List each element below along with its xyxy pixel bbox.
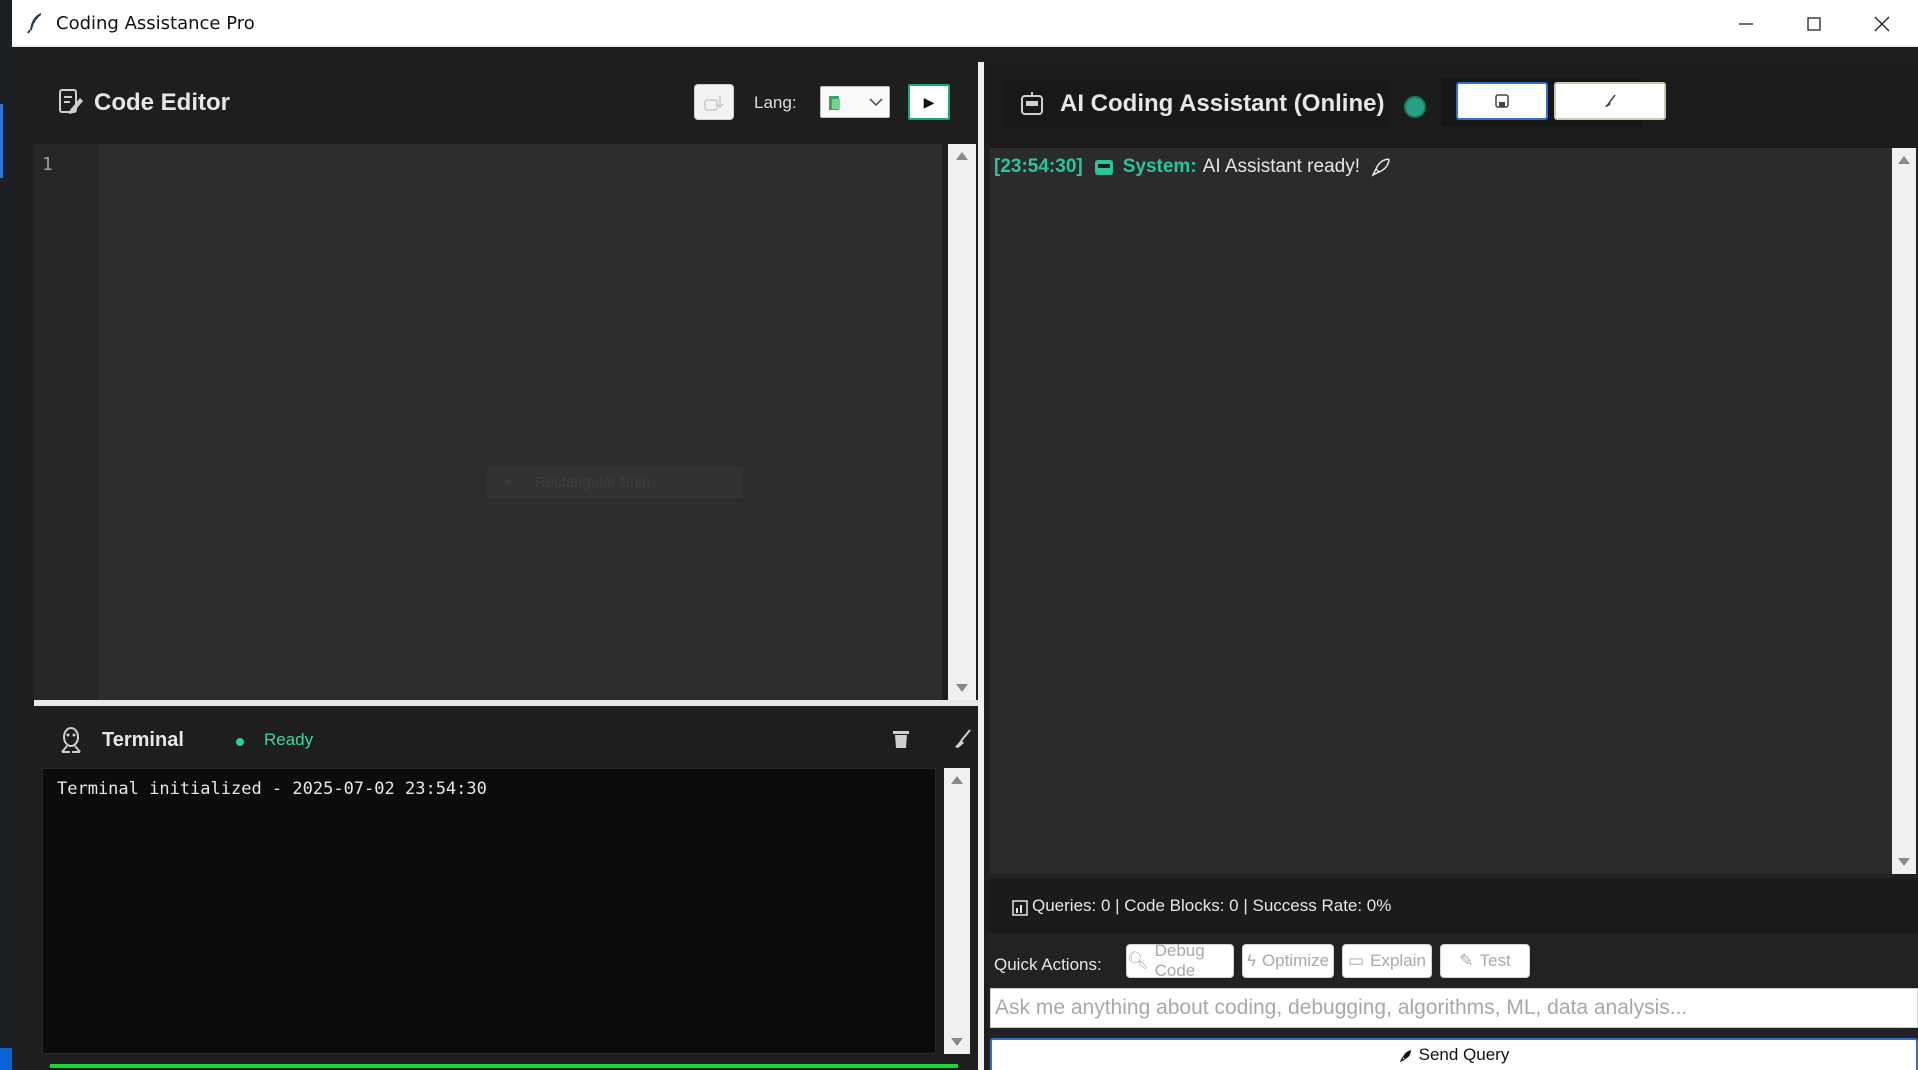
stats-text: Queries: 0 | Code Blocks: 0 | Success Ra… xyxy=(1032,896,1392,915)
terminal-progress-bar xyxy=(50,1064,958,1068)
desktop-edge xyxy=(0,0,12,1070)
lightning-icon: ϟ xyxy=(1246,951,1256,970)
taskbar-edge xyxy=(0,1048,12,1070)
terminal-header: Terminal Ready xyxy=(34,710,980,768)
debug-code-button[interactable]: 🔍︎ Debug Code xyxy=(1126,941,1234,980)
terminal-status: Ready xyxy=(264,730,314,749)
code-text-area[interactable]: Rectangular Snip xyxy=(98,144,942,700)
stats-bar: Queries: 0 | Code Blocks: 0 | Success Ra… xyxy=(988,878,1918,934)
terminal-output[interactable]: Terminal initialized - 2025-07-02 23:54:… xyxy=(42,768,936,1054)
quick-actions-label: Quick Actions: xyxy=(994,955,1102,974)
download-icon xyxy=(704,96,724,111)
rocket-icon xyxy=(1399,1050,1411,1062)
scroll-up-arrow[interactable] xyxy=(1898,156,1910,164)
language-icon xyxy=(829,96,840,110)
code-editor-header: Code Editor Lang: ▶ xyxy=(34,62,980,142)
line-number: 1 xyxy=(42,154,53,175)
robot-icon xyxy=(1094,160,1113,175)
explain-button[interactable]: ▭ Explain xyxy=(1342,944,1432,978)
linux-tux-icon xyxy=(61,727,81,753)
close-icon xyxy=(1874,16,1890,31)
panel-splitter[interactable] xyxy=(978,62,984,1070)
globe-icon xyxy=(1404,96,1426,118)
scroll-down-arrow[interactable] xyxy=(956,684,968,692)
editor-scrollbar[interactable] xyxy=(948,144,976,700)
message-text: AI Assistant ready! xyxy=(1202,156,1360,177)
search-icon: 🔍︎ xyxy=(1127,951,1149,970)
app-window: Coding Assistance Pro Code Editor Lang: … xyxy=(12,0,1918,1070)
broom-icon xyxy=(1605,94,1616,107)
save-chat-button[interactable] xyxy=(1456,82,1548,120)
title-bar: Coding Assistance Pro xyxy=(12,0,1918,47)
chevron-down-icon xyxy=(869,98,883,107)
terminal-output-text: Terminal initialized - 2025-07-02 23:54:… xyxy=(57,779,487,799)
send-query-label: Send Query xyxy=(1418,1045,1510,1064)
scroll-up-arrow[interactable] xyxy=(951,776,963,784)
optimize-button[interactable]: ϟ Optimize xyxy=(1242,944,1334,978)
scroll-down-arrow[interactable] xyxy=(951,1038,963,1046)
sweep-terminal-button[interactable] xyxy=(948,724,978,754)
snip-icon xyxy=(505,479,511,485)
terminal-scrollbar[interactable] xyxy=(944,768,970,1054)
maximize-icon xyxy=(1807,16,1821,31)
message-timestamp: [23:54:30] xyxy=(994,156,1083,177)
feather-icon xyxy=(27,13,41,34)
save-icon xyxy=(1495,94,1509,108)
snip-overlay-label: Rectangular Snip xyxy=(535,473,651,491)
test-label: Test xyxy=(1479,951,1511,970)
message-sender: System: xyxy=(1122,156,1197,177)
ai-assistant-title: AI Coding Assistant (Online) xyxy=(1060,90,1385,117)
rocket-icon xyxy=(1371,158,1390,177)
window-title: Coding Assistance Pro xyxy=(56,13,255,34)
query-input[interactable] xyxy=(990,988,1918,1028)
bar-chart-icon xyxy=(1012,900,1028,916)
scroll-down-arrow[interactable] xyxy=(1898,858,1910,866)
test-button[interactable]: ✎ Test xyxy=(1440,944,1530,978)
terminal-title: Terminal xyxy=(102,729,184,751)
debug-code-label: Debug Code xyxy=(1154,941,1205,980)
ai-assistant-header: AI Coding Assistant (Online) xyxy=(988,62,1918,148)
chat-message: [23:54:30] System: AI Assistant ready! xyxy=(994,156,1392,178)
download-button[interactable] xyxy=(694,84,734,120)
book-icon: ▭ xyxy=(1348,951,1365,970)
line-number-gutter: 1 xyxy=(34,144,98,700)
clear-terminal-button[interactable] xyxy=(886,724,916,754)
desktop-accent xyxy=(0,104,3,178)
robot-icon xyxy=(1021,92,1043,115)
language-select[interactable] xyxy=(820,86,890,118)
rectangular-snip-overlay: Rectangular Snip xyxy=(487,466,743,498)
ai-title-container: AI Coding Assistant (Online) xyxy=(1004,80,1388,128)
run-code-button[interactable]: ▶ xyxy=(908,84,950,120)
scroll-up-arrow[interactable] xyxy=(956,152,968,160)
trash-icon xyxy=(893,731,909,748)
clear-chat-button[interactable] xyxy=(1554,82,1666,120)
minimize-icon xyxy=(1739,22,1753,25)
edit-document-icon xyxy=(59,89,83,114)
chat-history[interactable]: [23:54:30] System: AI Assistant ready! xyxy=(990,148,1892,874)
language-label: Lang: xyxy=(754,93,797,112)
terminal-panel: Terminal Ready Terminal initialized - 20… xyxy=(34,710,980,1070)
quick-actions-row: Quick Actions: 🔍︎ Debug Code ϟ Optimize … xyxy=(988,934,1918,990)
broom-icon xyxy=(955,729,971,748)
play-icon: ▶ xyxy=(923,93,935,110)
maximize-button[interactable] xyxy=(1780,0,1848,47)
ai-assistant-panel: AI Coding Assistant (Online) [23:54:30] xyxy=(988,62,1918,1070)
close-button[interactable] xyxy=(1848,0,1916,47)
explain-label: Explain xyxy=(1370,951,1426,970)
optimize-label: Optimize xyxy=(1261,951,1330,970)
test-tube-icon: ✎ xyxy=(1459,951,1474,970)
chat-scrollbar[interactable] xyxy=(1892,148,1916,874)
minimize-button[interactable] xyxy=(1712,0,1780,47)
send-query-button[interactable]: Send Query xyxy=(990,1038,1918,1070)
editor-divider[interactable] xyxy=(34,700,980,706)
code-editor-panel: Code Editor Lang: ▶ 1 Rectangular Snip xyxy=(34,62,980,707)
status-dot-icon xyxy=(236,738,244,746)
code-editor-title: Code Editor xyxy=(94,89,230,116)
